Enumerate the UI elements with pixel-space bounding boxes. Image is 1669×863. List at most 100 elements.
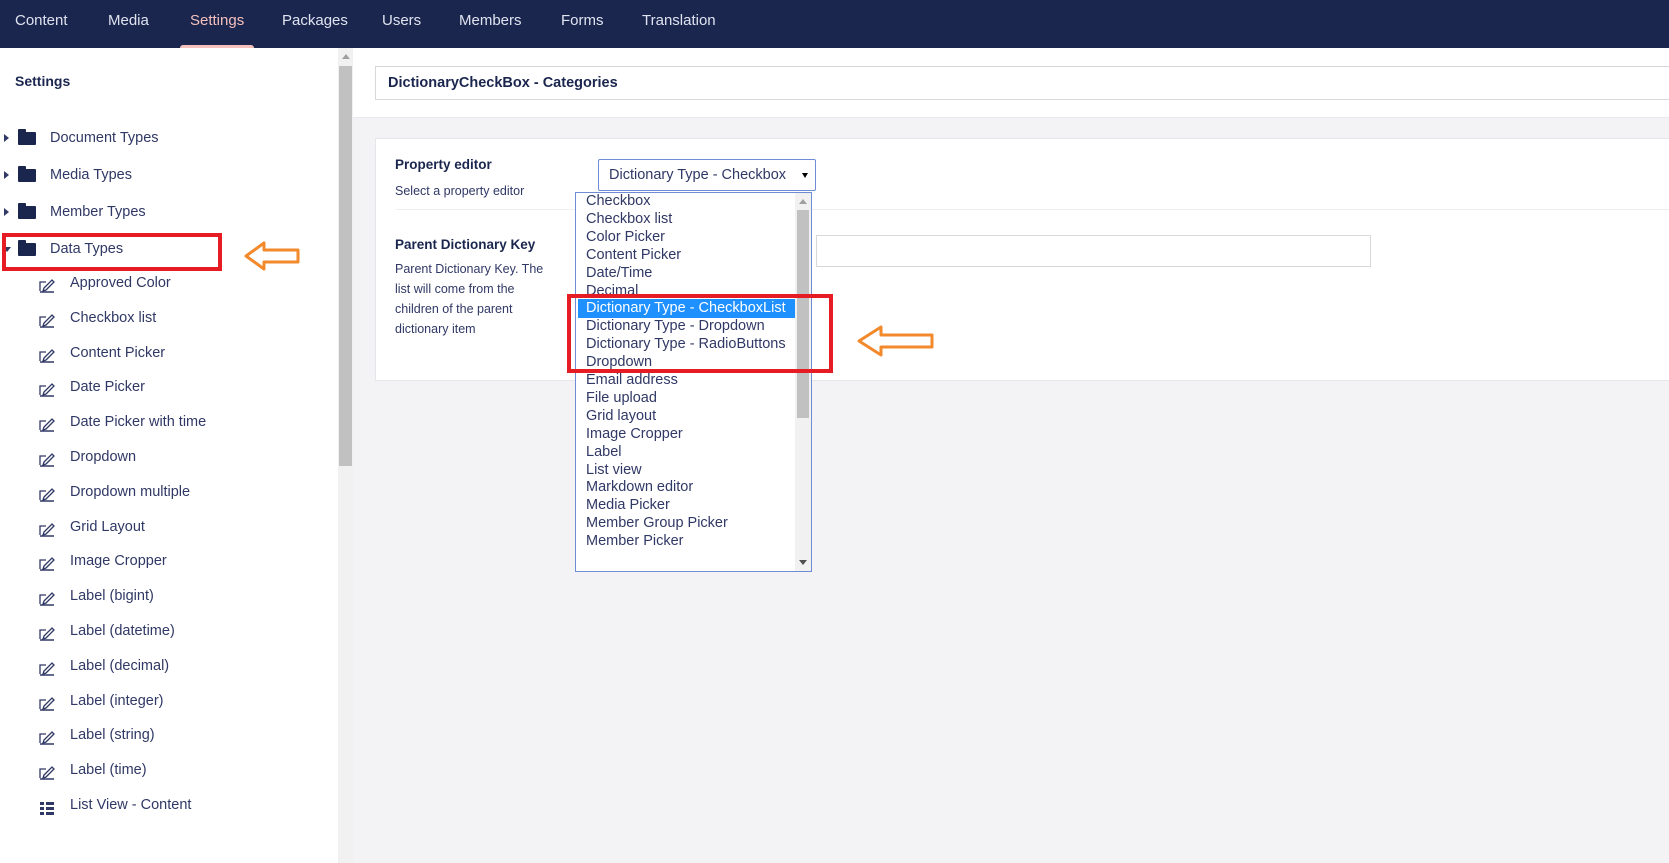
tree-item-data-type[interactable]: Grid Layout <box>0 512 320 542</box>
tree-item-data-type[interactable]: Approved Color <box>0 268 320 298</box>
folder-icon <box>18 166 36 182</box>
tree-item-data-type[interactable]: Dropdown <box>0 442 320 472</box>
tree-item-label: Label (integer) <box>70 692 164 709</box>
tree-item-label: Label (bigint) <box>70 588 154 605</box>
tree-item-label: Image Cropper <box>70 553 167 570</box>
dropdown-option[interactable]: Content Picker <box>576 246 796 265</box>
tree-item-label: Checkbox list <box>70 309 157 326</box>
scroll-down-icon[interactable] <box>799 560 807 565</box>
dropdown-option[interactable]: Member Picker <box>576 532 796 551</box>
dropdown-option[interactable]: Grid layout <box>576 407 796 426</box>
edit-icon <box>38 379 56 398</box>
tree-item-data-type[interactable]: Dropdown multiple <box>0 477 320 507</box>
tree-item-label: Document Types <box>50 130 159 146</box>
caret-right-icon[interactable] <box>4 171 9 179</box>
tab-translation[interactable]: Translation <box>642 0 716 48</box>
edit-icon <box>38 275 56 293</box>
property-editor-label: Property editor <box>395 157 492 172</box>
listbox-scrollbar[interactable] <box>795 193 811 571</box>
main-content: DictionaryCheckBox - Categories Property… <box>353 48 1669 863</box>
scroll-up-icon[interactable] <box>342 54 350 59</box>
dropdown-option[interactable]: List view <box>576 461 796 480</box>
description-line: list will come from the <box>395 282 515 296</box>
tree-item-data-type[interactable]: Content Picker <box>0 338 320 368</box>
tree-item-label: Content Picker <box>70 344 166 361</box>
edit-icon <box>38 623 56 641</box>
property-editor-description: Select a property editor <box>395 184 525 198</box>
tree-item-data-type[interactable]: Label (decimal) <box>0 651 320 681</box>
tree-item-data-type[interactable]: Label (bigint) <box>0 581 320 611</box>
dropdown-arrow-icon[interactable] <box>802 173 808 178</box>
tree-item-data-type[interactable]: Label (time) <box>0 755 320 785</box>
edit-icon <box>38 345 56 363</box>
annotation-highlight-box <box>2 233 222 271</box>
parent-key-label: Parent Dictionary Key <box>395 237 536 252</box>
tree-item-label: Date Picker with time <box>70 414 207 431</box>
tree-item-data-type[interactable]: Date Picker <box>0 372 320 402</box>
edit-icon <box>38 310 56 328</box>
edit-icon <box>38 414 56 432</box>
dropdown-option[interactable]: Checkbox <box>576 193 796 211</box>
tree-item-label: Date Picker <box>70 379 145 396</box>
tab-content[interactable]: Content <box>15 0 68 48</box>
dropdown-option[interactable]: Markdown editor <box>576 478 796 497</box>
tree-item-label: Label (time) <box>70 762 147 779</box>
sidebar-title: Settings <box>15 73 71 89</box>
dropdown-option[interactable]: Email address <box>576 371 796 390</box>
tree-item-data-type[interactable]: Label (string) <box>0 720 320 750</box>
sidebar-scrollbar[interactable] <box>338 48 353 863</box>
tree-item-data-type[interactable]: Date Picker with time <box>0 407 320 437</box>
dropdown-option[interactable]: Image Cropper <box>576 425 796 444</box>
annotation-arrow-icon <box>244 241 300 271</box>
tree-item-label: Grid Layout <box>70 518 145 535</box>
scrollbar-thumb[interactable] <box>339 66 352 466</box>
edit-icon <box>38 588 56 606</box>
parent-key-input[interactable] <box>816 235 1371 267</box>
edit-icon <box>38 658 56 676</box>
caret-right-icon[interactable] <box>4 134 9 142</box>
annotation-arrow-icon <box>857 325 934 357</box>
tree-item-label: Label (decimal) <box>70 657 170 674</box>
tab-users[interactable]: Users <box>382 0 421 48</box>
sidebar: Settings Document Types Media Types Memb… <box>0 48 338 863</box>
scroll-up-icon[interactable] <box>799 199 807 204</box>
editor-header: DictionaryCheckBox - Categories <box>353 48 1669 118</box>
dropdown-option[interactable]: File upload <box>576 389 796 408</box>
tab-media[interactable]: Media <box>108 0 149 48</box>
tab-packages[interactable]: Packages <box>282 0 348 48</box>
tree-item-label: Dropdown <box>70 449 137 465</box>
tree-item-member-types[interactable]: Member Types <box>0 197 320 227</box>
dropdown-option[interactable]: Date/Time <box>576 264 796 283</box>
name-field[interactable]: DictionaryCheckBox - Categories <box>375 66 1669 100</box>
caret-right-icon[interactable] <box>4 208 9 216</box>
dropdown-option[interactable]: Color Picker <box>576 228 796 247</box>
tree-item-media-types[interactable]: Media Types <box>0 160 320 190</box>
edit-icon <box>38 449 56 467</box>
tab-forms[interactable]: Forms <box>561 0 604 48</box>
select-value: Dictionary Type - Checkbox <box>609 167 787 183</box>
tree-item-data-type[interactable]: List View - Content <box>0 790 320 820</box>
folder-icon <box>18 129 36 145</box>
tree-item-data-type[interactable]: Checkbox list <box>0 303 320 333</box>
tab-members[interactable]: Members <box>459 0 522 48</box>
property-editor-select[interactable]: Dictionary Type - Checkbox <box>598 159 816 191</box>
dropdown-option[interactable]: Checkbox list <box>576 210 796 229</box>
tree-item-label: List View - Content <box>70 797 192 813</box>
tree-item-label: Dropdown multiple <box>70 483 191 500</box>
dropdown-option[interactable]: Label <box>576 443 796 462</box>
tab-settings[interactable]: Settings <box>179 0 255 48</box>
parent-key-description: Parent Dictionary Key. The list will com… <box>395 259 543 339</box>
tree-item-label: Member Types <box>50 204 146 220</box>
tree-item-data-type[interactable]: Image Cropper <box>0 546 320 576</box>
tree-item-document-types[interactable]: Document Types <box>0 123 320 153</box>
tree-item-label: Media Types <box>50 167 132 183</box>
property-editor-options[interactable]: Checkbox Checkbox list Color Picker Content… <box>575 192 812 572</box>
edit-icon <box>38 762 56 780</box>
edit-icon <box>38 519 56 537</box>
description-line: children of the parent <box>395 302 513 316</box>
dropdown-option[interactable]: Media Picker <box>576 496 796 515</box>
tree-item-data-type[interactable]: Label (datetime) <box>0 616 320 646</box>
tree-item-data-type[interactable]: Label (integer) <box>0 686 320 716</box>
top-navigation: Content Media Settings Packages Users Me… <box>0 0 1669 48</box>
dropdown-option[interactable]: Member Group Picker <box>576 514 796 533</box>
